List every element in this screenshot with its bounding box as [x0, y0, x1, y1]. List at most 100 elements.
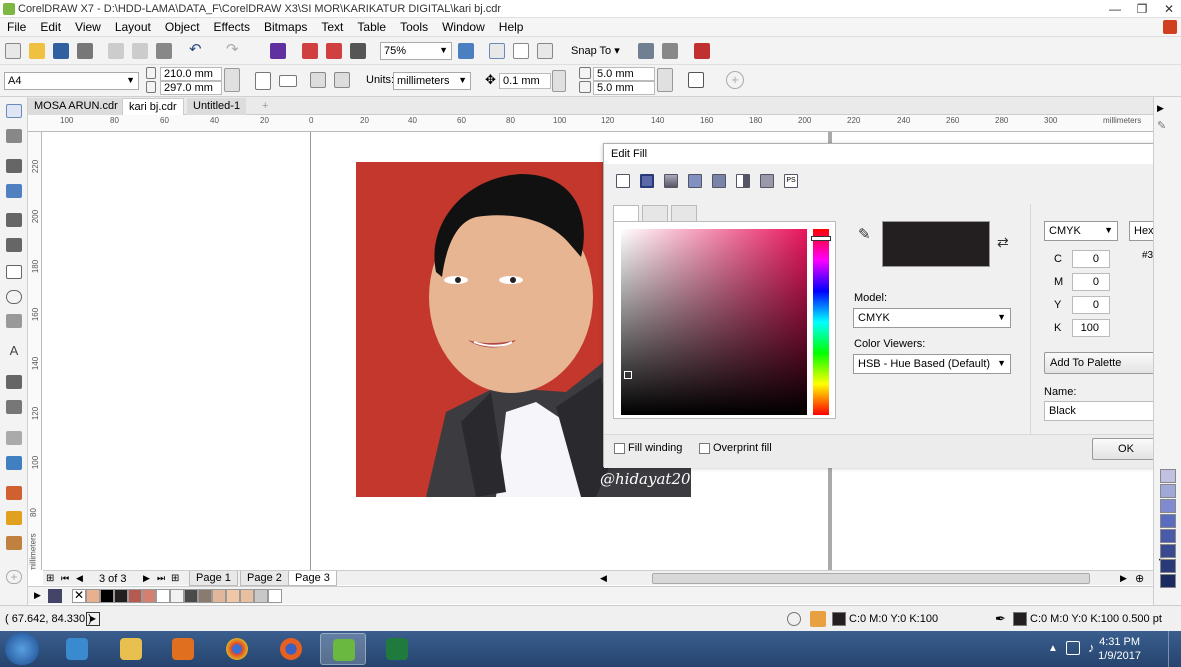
eyedropper-tool-icon[interactable]: [6, 486, 22, 500]
search-content-icon[interactable]: [270, 43, 286, 59]
saturation-brightness-field[interactable]: [621, 229, 807, 415]
rectangle-tool-icon[interactable]: [6, 265, 22, 279]
minimize-button[interactable]: —: [1103, 1, 1127, 17]
page-size-dropdown[interactable]: A4 ▼: [4, 72, 139, 90]
cyan-field[interactable]: 0: [1072, 250, 1110, 268]
color-viewer-tab[interactable]: [613, 205, 639, 222]
tab-untitled-1[interactable]: Untitled-1: [187, 98, 247, 115]
start-button[interactable]: [5, 633, 39, 665]
menu-text[interactable]: Text: [314, 18, 350, 37]
horizontal-scrollbar[interactable]: ◀ ▶ ⊕: [598, 570, 1153, 585]
document-color-swatch[interactable]: [86, 589, 100, 603]
show-desktop-button[interactable]: [1168, 631, 1181, 667]
export-icon[interactable]: [326, 43, 342, 59]
drop-shadow-icon[interactable]: [6, 431, 22, 445]
menu-effects[interactable]: Effects: [207, 18, 257, 37]
ok-button[interactable]: OK: [1092, 438, 1160, 460]
show-grid-icon[interactable]: [513, 43, 529, 59]
no-fill-icon[interactable]: [616, 174, 630, 188]
palette-color-swatch[interactable]: [1160, 544, 1176, 558]
pick-tool-icon[interactable]: [6, 104, 22, 118]
document-color-swatch[interactable]: [198, 589, 212, 603]
duplicate-spinner[interactable]: [657, 68, 673, 92]
document-color-swatch[interactable]: [156, 589, 170, 603]
internet-explorer-button[interactable]: [54, 633, 100, 665]
document-color-swatch[interactable]: [226, 589, 240, 603]
palette-flyout-icon[interactable]: ▶: [1157, 103, 1164, 114]
interactive-fill-icon[interactable]: [6, 511, 22, 525]
polygon-tool-icon[interactable]: [6, 314, 22, 328]
freehand-tool-icon[interactable]: [6, 213, 22, 227]
uniform-fill-icon[interactable]: [640, 174, 654, 188]
document-color-swatch[interactable]: [142, 589, 156, 603]
coreldraw-taskbar-button[interactable]: [320, 633, 366, 665]
magenta-field[interactable]: 0: [1072, 273, 1110, 291]
document-color-swatch[interactable]: [184, 589, 198, 603]
document-color-swatch[interactable]: [128, 589, 142, 603]
portrait-icon[interactable]: [255, 72, 271, 90]
palette-color-swatch[interactable]: [1160, 559, 1176, 573]
menu-object[interactable]: Object: [158, 18, 207, 37]
current-page-icon[interactable]: [334, 72, 350, 88]
new-tab-button[interactable]: +: [256, 98, 274, 115]
zoom-level-dropdown[interactable]: 75% ▼: [380, 42, 452, 60]
add-page-after-icon[interactable]: ⊞: [171, 573, 179, 584]
page-tab-1[interactable]: Page 1: [189, 571, 238, 586]
palette-color-swatch[interactable]: [1160, 529, 1176, 543]
scroll-right-arrow[interactable]: ▶: [1120, 573, 1127, 584]
nudge-distance-field[interactable]: 0.1 mm: [499, 73, 551, 89]
menu-help[interactable]: Help: [492, 18, 531, 37]
chrome-button[interactable]: [214, 633, 260, 665]
save-icon[interactable]: [53, 43, 69, 59]
redo-icon[interactable]: ↷: [226, 42, 242, 59]
scroll-left-arrow[interactable]: ◀: [600, 573, 607, 584]
postscript-fill-icon[interactable]: PS: [784, 174, 798, 188]
size-spinner[interactable]: [224, 68, 240, 92]
paste-icon[interactable]: [156, 43, 172, 59]
page-width-field[interactable]: 210.0 mm: [160, 67, 222, 81]
color-viewers-dropdown[interactable]: HSB - Hue Based (Default) ▼: [853, 354, 1011, 374]
zoom-tool-icon[interactable]: [6, 184, 22, 198]
import-icon[interactable]: [302, 43, 318, 59]
menu-tools[interactable]: Tools: [393, 18, 435, 37]
palette-color-swatch[interactable]: [1160, 469, 1176, 483]
fill-color-swatch[interactable]: [832, 612, 846, 626]
color-palettes-tab[interactable]: [671, 205, 697, 222]
text-tool-icon[interactable]: A: [6, 344, 22, 358]
full-screen-preview-icon[interactable]: [458, 43, 474, 59]
hue-slider[interactable]: [811, 229, 831, 415]
application-launcher-icon[interactable]: [662, 43, 678, 59]
last-page-icon[interactable]: ⏭: [157, 573, 165, 584]
palette-color-swatch[interactable]: [1160, 499, 1176, 513]
palette-color-swatch[interactable]: [1160, 574, 1176, 588]
palette-eyedropper-icon[interactable]: ✎: [1157, 119, 1166, 132]
show-rulers-icon[interactable]: [489, 43, 505, 59]
menu-window[interactable]: Window: [435, 18, 492, 37]
connector-tool-icon[interactable]: [6, 400, 22, 414]
tab-kari-bj[interactable]: kari bj.cdr: [122, 98, 184, 115]
add-page-before-icon[interactable]: ⊞: [46, 573, 54, 584]
smart-fill-icon[interactable]: [6, 536, 22, 550]
palette-eyedropper-icon[interactable]: [48, 589, 62, 603]
color-harmonies-tab[interactable]: [642, 205, 668, 222]
texture-fill-icon[interactable]: [760, 174, 774, 188]
show-guidelines-icon[interactable]: [537, 43, 553, 59]
swap-colors-icon[interactable]: ⇄: [997, 234, 1009, 251]
menu-file[interactable]: File: [0, 18, 33, 37]
document-color-swatch[interactable]: [254, 589, 268, 603]
previous-page-icon[interactable]: ◀: [76, 573, 83, 584]
yellow-field[interactable]: 0: [1072, 296, 1110, 314]
first-page-icon[interactable]: ⏮: [61, 573, 69, 584]
zoom-navigator-icon[interactable]: ⊕: [1135, 572, 1144, 585]
page-height-field[interactable]: 297.0 mm: [160, 81, 222, 95]
fountain-fill-icon[interactable]: [664, 174, 678, 188]
all-pages-icon[interactable]: [310, 72, 326, 88]
page-tab-3[interactable]: Page 3: [288, 571, 337, 586]
file-explorer-button[interactable]: [108, 633, 154, 665]
menu-bitmaps[interactable]: Bitmaps: [257, 18, 314, 37]
network-icon[interactable]: [1066, 641, 1080, 655]
print-icon[interactable]: [77, 43, 93, 59]
bitmap-pattern-icon[interactable]: [712, 174, 726, 188]
show-hidden-icons[interactable]: ▲: [1048, 643, 1058, 654]
welcome-screen-icon[interactable]: [694, 43, 710, 59]
